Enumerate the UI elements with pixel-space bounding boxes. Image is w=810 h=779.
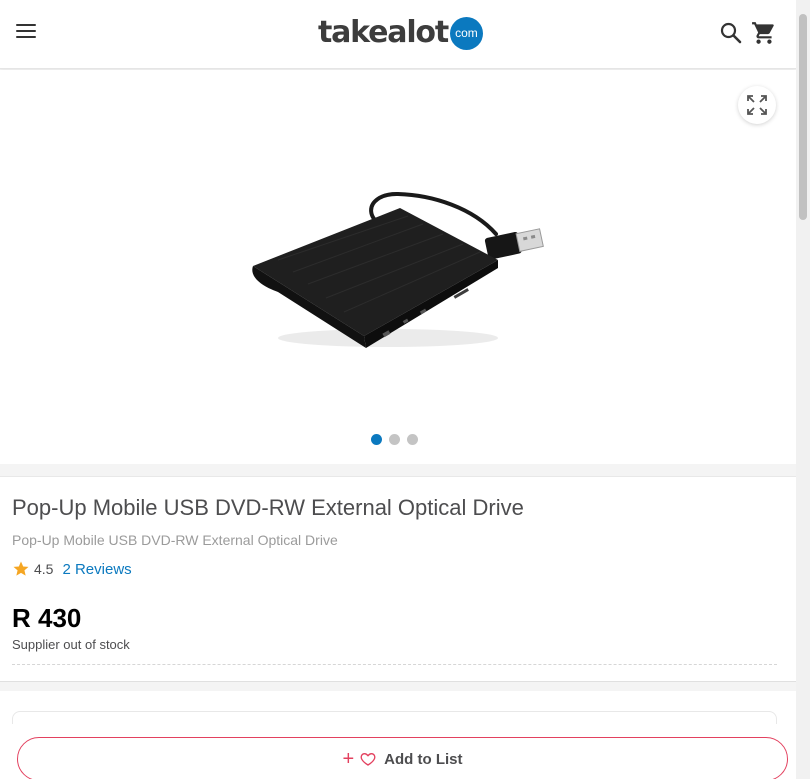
rating-row: 4.5 2 Reviews	[12, 560, 132, 578]
product-title: Pop-Up Mobile USB DVD-RW External Optica…	[12, 495, 524, 520]
takealot-logo[interactable]: takealot com	[318, 16, 483, 50]
bottom-action-bar: + Add to List	[0, 724, 796, 779]
divider	[12, 664, 777, 665]
carousel-dot-3[interactable]	[407, 434, 418, 445]
product-info-card: Pop-Up Mobile USB DVD-RW External Optica…	[0, 476, 796, 682]
rating-value: 4.5	[34, 561, 54, 577]
add-to-list-label: Add to List	[384, 750, 463, 768]
product-image[interactable]	[248, 188, 548, 358]
page-scrollbar[interactable]	[796, 0, 810, 779]
reviews-link[interactable]: 2 Reviews	[62, 561, 131, 578]
top-header: takealot com	[0, 0, 796, 69]
product-page: takealot com Pop-Up Mobile USB DVD-RW Ex…	[0, 0, 796, 779]
add-to-list-button[interactable]: + Add to List	[17, 737, 788, 779]
hamburger-menu-icon[interactable]	[14, 21, 38, 41]
carousel-dots	[371, 434, 418, 445]
scrollbar-thumb[interactable]	[799, 14, 807, 220]
logo-text: takealot	[318, 15, 449, 50]
cart-icon[interactable]	[751, 20, 777, 46]
logo-com-badge: com	[449, 16, 483, 50]
carousel-dot-1[interactable]	[371, 434, 382, 445]
search-icon[interactable]	[719, 21, 743, 45]
stock-status: Supplier out of stock	[12, 637, 130, 652]
plus-icon: +	[342, 748, 355, 770]
product-subtitle: Pop-Up Mobile USB DVD-RW External Optica…	[12, 532, 338, 548]
carousel-dot-2[interactable]	[389, 434, 400, 445]
product-price: R 430	[12, 603, 82, 633]
fullscreen-expand-icon[interactable]	[738, 86, 776, 124]
heart-icon	[360, 752, 376, 766]
star-icon	[13, 561, 29, 576]
product-gallery[interactable]	[0, 70, 796, 464]
